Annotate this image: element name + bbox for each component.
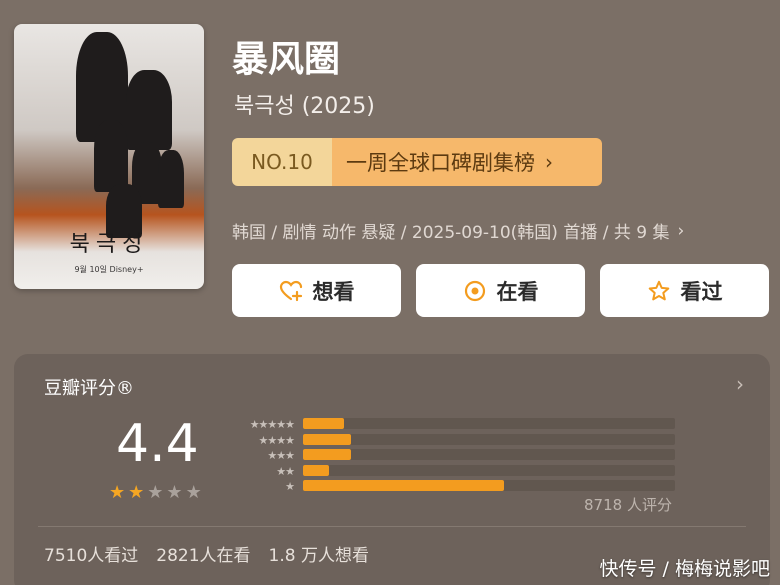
distribution-bar [303,449,352,460]
distribution-track [303,449,675,460]
divider [38,526,746,527]
chevron-right-icon: › [677,220,685,241]
rank-label: 一周全球口碑剧集榜 [346,151,535,175]
target-icon [464,280,485,301]
star-outline-icon [648,280,669,300]
rating-title: 豆瓣评分® [44,378,134,399]
meta-info[interactable]: 韩国 / 剧情 动作 悬疑 / 2025-09-10(韩国) 首播 / 共 9 … [232,218,685,244]
watching-button[interactable]: 在看 [416,264,585,317]
watched-button[interactable]: 看过 [600,264,769,317]
distribution-bar [303,480,504,491]
distribution-star-label: ★★★★★ [249,418,295,431]
poster-figure [126,70,172,150]
page-title: 暴风圈 [232,39,341,80]
distribution-bar [303,418,344,429]
rating-count: 8718 人评分 [584,496,672,514]
original-title: 북극성 (2025) [234,94,375,119]
rating-score: 4.4 [116,414,199,474]
rank-label-wrap: 一周全球口碑剧集榜 › [332,138,602,186]
distribution-bar [303,433,352,445]
distribution-track [303,464,675,476]
distribution-star-label: ★★★★ [258,433,295,447]
poster-figure [94,120,128,192]
distribution-track [303,418,675,429]
star-filled-icon: ★ [128,482,145,503]
chevron-right-icon: › [545,150,553,174]
watching-label: 在看 [496,279,539,304]
distribution-star-label: ★★★ [267,449,295,462]
poster-brand: 9월 10일 Disney+ [74,265,144,274]
watch-stats: 7510人看过 2821人在看 1.8 万人想看 [44,541,369,566]
star-empty-icon: ★ [147,482,164,503]
rating-stars: ★ ★ ★ ★ ★ [109,482,202,503]
poster-title: 북극성 [69,232,149,257]
distribution-bar [303,464,330,476]
watched-label: 看过 [680,279,723,304]
star-empty-icon: ★ [166,482,183,503]
distribution-track [303,433,675,445]
watched-count: 7510人看过 [44,546,139,566]
want-count: 1.8 万人想看 [268,546,369,566]
rating-card: 豆瓣评分® › 4.4 ★ ★ ★ ★ ★ ★★★★★ ★★★★ ★★★ ★★ ★ 8718 人… [14,354,770,585]
heart-plus-icon [279,280,302,301]
rank-number: NO.10 [232,138,332,186]
distribution-star-label: ★ [285,480,295,493]
chevron-right-icon[interactable]: › [736,372,744,396]
star-filled-icon: ★ [109,482,126,503]
want-to-watch-label: 想看 [312,279,355,304]
watching-count: 2821人在看 [156,546,251,566]
want-to-watch-button[interactable]: 想看 [232,264,401,317]
distribution-track [303,480,675,491]
meta-text: 韩国 / 剧情 动作 悬疑 / 2025-09-10(韩国) 首播 / 共 9 … [232,223,670,243]
ranking-badge[interactable]: NO.10 一周全球口碑剧集榜 › [232,138,602,186]
poster-image[interactable]: 북극성 9월 10일 Disney+ [14,24,204,289]
distribution-star-label: ★★ [276,464,295,478]
watermark: 快传号 / 梅梅说影吧 [599,558,770,580]
star-empty-icon: ★ [185,482,202,503]
poster-figure [158,150,184,208]
